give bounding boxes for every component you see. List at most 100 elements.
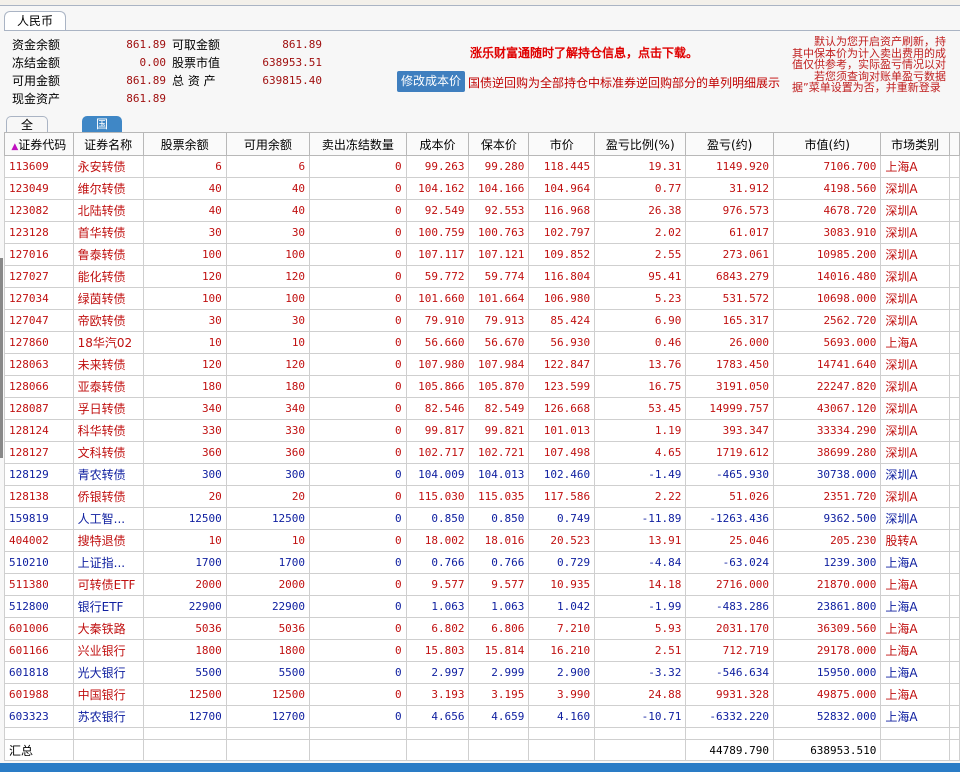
cell-1: 孚日转债 [72,397,144,420]
table-row[interactable]: 127047 帝欧转债 30 30 0 79.910 79.913 85.424 6.90 165… [4,309,960,332]
cell-9: 1719.612 [685,441,775,464]
column-header[interactable]: 股票余额 [142,132,227,156]
cell [773,727,882,740]
cell-11: 上海A [880,705,950,728]
column-header[interactable]: 市价 [528,132,596,156]
cell-extra [948,595,960,618]
cell-7: 109.852 [528,243,596,266]
cell-7: 3.990 [528,683,596,706]
tab-reverse-repo[interactable]: 国债逆回购 [82,116,123,199]
table-row[interactable]: 128124 科华转债 330 330 0 99.817 99.821 101.013 1.19… [4,419,960,442]
table-row[interactable]: 601166 兴业银行 1800 1800 0 15.803 15.814 16.210 2.5… [4,639,960,662]
empty-row [4,727,960,740]
cell-3: 100 [225,243,311,266]
cell-5: 4.656 [405,705,470,728]
cell-7: 0.729 [528,551,596,574]
cell-11: 上海A [880,155,950,178]
summary-values: 861.89 0.00 861.89 861.89 [90,36,166,108]
cell-2: 12700 [142,705,227,728]
cell-1: 未来转债 [72,353,144,376]
cell-6: 3.195 [468,683,530,706]
table-row[interactable]: 123082 北陆转债 40 40 0 92.549 92.553 116.968 26.38 9… [4,199,960,222]
table-row[interactable]: 128127 文科转债 360 360 0 102.717 102.721 107.498 4.… [4,441,960,464]
table-row[interactable]: 127016 鲁泰转债 100 100 0 107.117 107.121 109.852 2.… [4,243,960,266]
table-row[interactable]: 603323 苏农银行 12700 12700 0 4.656 4.659 4.160 -10.… [4,705,960,728]
cell-5: 101.660 [405,287,470,310]
cell-extra [948,573,960,596]
table-row[interactable]: 510210 上证指... 1700 1700 0 0.766 0.766 0.729 -4.8… [4,551,960,574]
cell-6: 0.766 [468,551,530,574]
column-header[interactable]: 可用余额 [225,132,311,156]
cell-5: 2.997 [405,661,470,684]
column-header-label: 市价 [549,137,574,152]
tab-all-positions[interactable]: 全部持仓 [6,116,49,183]
cell-11: 上海A [880,639,950,662]
table-row[interactable]: 159819 人工智... 12500 12500 0 0.850 0.850 0.749 -1… [4,507,960,530]
table-row[interactable]: 511380 可转债ETF 2000 2000 0 9.577 9.577 10.935 14.… [4,573,960,596]
column-header[interactable]: 成本价 [405,132,470,156]
table-row[interactable]: 127860 18华汽02 10 10 0 56.660 56.670 56.930 0.46 2… [4,331,960,354]
cell-11: 深圳A [880,507,950,530]
cell-extra [948,199,960,222]
cell-0: 127027 [4,265,74,288]
currency-tab[interactable]: 人民币 [4,11,67,31]
table-row[interactable]: 601006 大秦铁路 5036 5036 0 6.802 6.806 7.210 5.93 20… [4,617,960,640]
table-row[interactable]: 127027 能化转债 120 120 0 59.772 59.774 116.804 95.4… [4,265,960,288]
cell-3: 12500 [225,507,311,530]
column-header[interactable]: 证券名称 [72,132,144,156]
cell-3: 12700 [225,705,311,728]
column-header[interactable]: 保本价 [468,132,530,156]
cell-0: 601166 [4,639,74,662]
column-header-label: 盈亏(约) [707,137,753,152]
cell-2: 5036 [142,617,227,640]
cell [594,727,687,740]
edit-cost-button[interactable]: 修改成本价 [397,71,465,92]
table-row[interactable]: 128063 未来转债 120 120 0 107.980 107.984 122.847 13… [4,353,960,376]
cell-10: 14741.640 [773,353,882,376]
table-row[interactable]: 123128 首华转债 30 30 0 100.759 100.763 102.797 2.02… [4,221,960,244]
cell-6: 92.553 [468,199,530,222]
splitter-handle[interactable] [0,258,3,458]
table-row[interactable]: 601988 中国银行 12500 12500 0 3.193 3.195 3.990 24.8… [4,683,960,706]
cell-11: 上海A [880,595,950,618]
column-header[interactable]: 市值(约) [773,132,882,156]
cell-extra [948,243,960,266]
cell-9: 2031.170 [685,617,775,640]
cell-0: 127016 [4,243,74,266]
cell [468,727,530,740]
table-row[interactable]: 128138 侨银转债 20 20 0 115.030 115.035 117.586 2.22… [4,485,960,508]
download-promo-link[interactable]: 涨乐财富通随时了解持仓信息，点击下载。 [470,44,698,61]
cell-3: 5500 [225,661,311,684]
cell-10: 36309.560 [773,617,882,640]
table-row[interactable]: 123049 维尔转债 40 40 0 104.162 104.166 104.964 0.77… [4,177,960,200]
cell-1: 18华汽02 [72,331,144,354]
cell-6: 104.166 [468,177,530,200]
cell-1: 首华转债 [72,221,144,244]
column-header[interactable]: 盈亏比例(%) [594,132,687,156]
column-header[interactable]: ▲证券代码 [4,132,74,156]
column-header[interactable]: 盈亏(约) [685,132,775,156]
cell-6: 6.806 [468,617,530,640]
table-row[interactable]: 128066 亚泰转债 180 180 0 105.866 105.870 123.599 16… [4,375,960,398]
total-cell [880,739,950,761]
cell-5: 105.866 [405,375,470,398]
table-row[interactable]: 404002 搜特退债 10 10 0 18.002 18.016 20.523 13.91 25… [4,529,960,552]
table-row[interactable]: 128087 孚日转债 340 340 0 82.546 82.549 126.668 53.4… [4,397,960,420]
table-row[interactable]: 601818 光大银行 5500 5500 0 2.997 2.999 2.900 -3.32-… [4,661,960,684]
table-row[interactable]: 113609 永安转债 6 6 0 99.263 99.280 118.445 19.31 114… [4,155,960,178]
table-row[interactable]: 128129 青农转债 300 300 0 104.009 104.013 102.460 -1… [4,463,960,486]
column-header-extra [948,132,960,156]
cell-0: 123082 [4,199,74,222]
table-row[interactable]: 512800 银行ETF 22900 22900 0 1.063 1.063 1.042 -1.… [4,595,960,618]
table-row[interactable]: 127034 绿茵转债 100 100 0 101.660 101.664 106.980 5.… [4,287,960,310]
cell-1: 维尔转债 [72,177,144,200]
cell-11: 深圳A [880,287,950,310]
column-header[interactable]: 卖出冻结数量 [309,132,407,156]
summary-label: 冻结金额 [12,56,61,70]
cell-11: 深圳A [880,375,950,398]
column-header[interactable]: 市场类别 [880,132,950,156]
cell-6: 56.670 [468,331,530,354]
cell-3: 12500 [225,683,311,706]
summary-label: 现金资产 [12,92,61,106]
cell-0: 128138 [4,485,74,508]
